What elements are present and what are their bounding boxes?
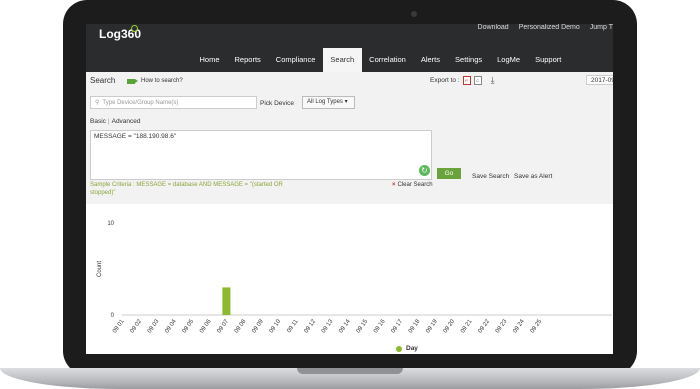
- log-type-dropdown[interactable]: All Log Types ▾: [302, 96, 355, 109]
- camera-dot: [411, 11, 417, 17]
- legend-day: Day: [406, 345, 418, 352]
- x-tick-label: 09 12: [304, 318, 318, 334]
- csv-export-icon[interactable]: C: [473, 76, 482, 85]
- x-tick-label: 09 02: [130, 318, 144, 334]
- pdf-export-icon[interactable]: P: [462, 76, 471, 85]
- laptop-base-notch: [297, 368, 403, 374]
- device-search-input[interactable]: ⚲ Type Device/Group Name(s): [90, 96, 257, 109]
- search-panel: Search How to search? Export to : P C ⤓ …: [86, 72, 613, 204]
- app-screen: Log360 Download Personalized Demo Jump T…: [86, 24, 613, 354]
- x-tick-label: 09 05: [182, 318, 196, 334]
- go-button[interactable]: Go: [437, 168, 461, 179]
- logo-mark-icon: [131, 25, 138, 32]
- legend-swatch: [396, 345, 402, 352]
- nav-alerts[interactable]: Alerts: [413, 48, 447, 72]
- tab-basic[interactable]: Basic: [90, 118, 106, 125]
- x-tick-label: 09 18: [408, 318, 422, 334]
- x-tick-label: 09 06: [199, 318, 213, 334]
- nav-home[interactable]: Home: [192, 48, 227, 72]
- chart-bar: [222, 287, 231, 315]
- x-tick-label: 09 10: [269, 318, 283, 334]
- download-icon[interactable]: ⤓: [491, 76, 495, 85]
- save-as-alert-link[interactable]: Save as Alert: [514, 173, 552, 180]
- nav-support[interactable]: Support: [528, 48, 569, 72]
- download-link[interactable]: Download: [478, 24, 509, 31]
- date-range-picker[interactable]: 2017-09: [586, 75, 613, 85]
- nav-reports[interactable]: Reports: [227, 48, 268, 72]
- device-input-placeholder: Type Device/Group Name(s): [102, 99, 179, 106]
- y-axis-label: Count: [97, 261, 103, 277]
- x-tick-label: 09 03: [147, 318, 161, 334]
- clear-search-link[interactable]: × Clear Search: [392, 182, 433, 188]
- top-links: Download Personalized Demo Jump T: [478, 24, 613, 31]
- query-textarea[interactable]: MESSAGE = "188.190.98.6": [90, 130, 432, 180]
- x-tick-label: 09 14: [338, 318, 352, 334]
- export-bar: Export to : P C ⤓: [430, 76, 495, 85]
- x-tick-label: 09 22: [478, 318, 492, 334]
- how-to-search-label: How to search?: [141, 78, 183, 84]
- x-tick-label: 09 19: [425, 318, 439, 334]
- x-tick-label: 09 16: [373, 318, 387, 334]
- personalized-demo-link[interactable]: Personalized Demo: [519, 24, 580, 31]
- sample-criteria: Sample Criteria : MESSAGE = database AND…: [90, 182, 283, 196]
- pick-device-link[interactable]: Pick Device: [260, 100, 294, 107]
- x-tick-label: 09 23: [495, 318, 509, 334]
- nav-compliance[interactable]: Compliance: [268, 48, 323, 72]
- search-icon: ⚲: [95, 100, 100, 106]
- save-search-link[interactable]: Save Search: [472, 173, 509, 180]
- x-tick-label: 09 20: [443, 318, 457, 334]
- video-icon: [127, 78, 138, 84]
- x-tick-label: 09 07: [217, 318, 231, 334]
- jump-to-link[interactable]: Jump T: [590, 24, 613, 31]
- chart-svg: 0 10 Count 09 01 09 02 09 03 09 04 09 05 09 06 09…: [97, 221, 612, 334]
- x-tick-label: 09 17: [391, 318, 405, 334]
- tab-advanced[interactable]: Advanced: [112, 118, 141, 125]
- search-mode-tabs: Basic | Advanced: [90, 118, 141, 125]
- y-tick-label: 0: [111, 313, 115, 319]
- top-bar: Log360 Download Personalized Demo Jump T: [86, 24, 613, 48]
- chart-legend: Day: [396, 345, 418, 352]
- x-tick-label: 09 08: [234, 318, 248, 334]
- log-type-value: All Log Types: [307, 99, 343, 105]
- nav-search[interactable]: Search: [322, 48, 362, 72]
- nav-correlation[interactable]: Correlation: [362, 48, 414, 72]
- y-tick-label: 10: [107, 221, 114, 227]
- x-tick-label: 09 11: [286, 318, 300, 334]
- nav-logme[interactable]: LogMe: [490, 48, 528, 72]
- refresh-icon[interactable]: ↻: [419, 165, 430, 176]
- x-tick-label: 09 09: [251, 318, 265, 334]
- x-tick-label: 09 13: [321, 318, 335, 334]
- clear-search-label: Clear Search: [397, 182, 433, 188]
- results-chart: 0 10 Count 09 01 09 02 09 03 09 04 09 05 09 06 09…: [86, 204, 613, 354]
- x-tick-label: 09 21: [460, 318, 474, 334]
- main-nav: Home Reports Compliance Search Correlati…: [86, 48, 613, 72]
- how-to-search-link[interactable]: How to search?: [127, 78, 183, 84]
- page-title: Search: [90, 76, 116, 85]
- x-tick-label: 09 15: [356, 318, 370, 334]
- export-label: Export to :: [430, 77, 460, 84]
- x-tick-label: 09 24: [512, 318, 526, 334]
- caret-down-icon: ▾: [344, 99, 348, 105]
- nav-settings[interactable]: Settings: [448, 48, 490, 72]
- x-tick-label: 09 25: [530, 318, 544, 334]
- clear-x-icon: ×: [392, 182, 396, 188]
- x-tick-label: 09 04: [164, 318, 178, 334]
- x-tick-label: 09 01: [112, 318, 126, 334]
- tab-separator: |: [107, 118, 110, 125]
